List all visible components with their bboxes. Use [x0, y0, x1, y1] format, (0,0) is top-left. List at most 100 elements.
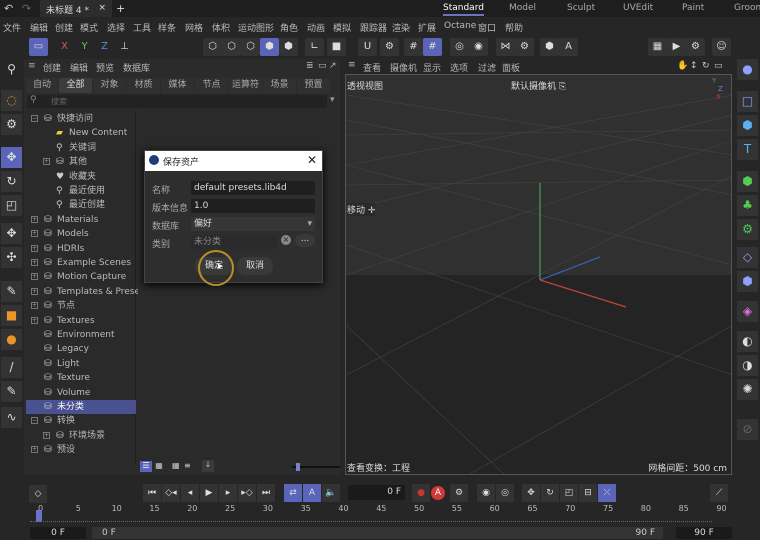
tree-item[interactable]: ♥ 收藏夹 — [26, 170, 136, 184]
collapse-icon[interactable]: − — [31, 115, 38, 122]
menu-item[interactable]: 编辑 — [30, 21, 48, 34]
rotate-icon[interactable]: ↻ — [1, 171, 22, 192]
workplane-icon[interactable]: ◉ — [469, 38, 488, 56]
menu-item[interactable]: 模拟 — [333, 21, 351, 34]
tweak-mode-icon[interactable]: ■ — [327, 38, 346, 56]
timeline-ruler[interactable] — [30, 521, 712, 522]
download-icon[interactable]: ↓ — [202, 460, 214, 472]
menu-item[interactable]: 动画 — [307, 21, 325, 34]
tree-item[interactable]: + ⛁ Example Scenes — [26, 256, 136, 270]
menu-item[interactable]: 文件 — [3, 21, 21, 34]
database-select[interactable]: 偏好 ▾ — [191, 217, 315, 231]
go-to-end-icon[interactable]: ⏭ — [257, 484, 275, 502]
undo-icon[interactable]: ↶ — [4, 2, 13, 15]
scale-icon[interactable]: ◰ — [1, 195, 22, 216]
clear-icon[interactable]: × — [281, 235, 291, 245]
playback-rate-icon[interactable]: A — [303, 484, 321, 502]
spline-pen-icon[interactable]: ✎ — [1, 281, 22, 302]
menu-item[interactable]: Octane — [444, 21, 476, 31]
menu-item[interactable]: 模式 — [80, 21, 98, 34]
go-to-start-icon[interactable]: ⏮ — [143, 484, 161, 502]
effector-icon[interactable]: ⚙ — [737, 219, 758, 240]
tab-2[interactable]: 对象 — [93, 78, 126, 93]
menu-database[interactable]: 数据库 — [123, 61, 150, 74]
viewport-menu-item[interactable]: 选项 — [450, 61, 468, 74]
tree-item[interactable]: ⛁ Environment — [26, 328, 136, 342]
tree-item[interactable]: ⛁ 未分类 — [26, 400, 136, 414]
tab-7[interactable]: 场景 — [263, 78, 296, 93]
key-param-icon[interactable]: ⊟ — [579, 484, 597, 502]
version-field[interactable]: 1.0 — [191, 199, 315, 213]
tree-item[interactable]: + ⛁ HDRIs — [26, 242, 136, 256]
tab-0[interactable]: 自动 — [26, 78, 58, 93]
menu-item[interactable]: 网格 — [185, 21, 203, 34]
expand-icon[interactable]: + — [31, 244, 38, 252]
move-icon[interactable]: ✥ — [1, 147, 22, 168]
sort-icon[interactable]: ≡ — [184, 461, 191, 470]
list-view-icon[interactable]: ☰ — [140, 461, 152, 472]
frame-range-slider[interactable]: 0 F 90 F — [92, 527, 663, 539]
render-settings-icon[interactable]: ⚙ — [686, 38, 705, 56]
tab-4[interactable]: 媒体 — [161, 78, 194, 93]
tree-item[interactable]: + ⛁ 环境场景 — [26, 429, 136, 443]
key-pla-icon[interactable]: ⤫ — [598, 484, 616, 502]
tree-item[interactable]: ⛁ Legacy — [26, 342, 136, 356]
soft-selection-icon[interactable]: ◎ — [450, 38, 469, 56]
timeline-editor-icon[interactable]: ⟋ — [710, 484, 728, 502]
search-options-icon[interactable]: ▾ — [330, 95, 335, 105]
tree-item[interactable]: + ⛁ Materials — [26, 213, 136, 227]
expand-icon[interactable]: + — [43, 158, 50, 166]
maximize-icon[interactable]: ▭ — [714, 61, 723, 71]
pan-icon[interactable]: ✋ — [677, 61, 688, 71]
tree-item[interactable]: − ⛁ 快捷访问 — [26, 112, 136, 126]
grid-snap-icon[interactable]: # — [423, 38, 442, 56]
orbit-icon[interactable]: ↻ — [702, 61, 710, 71]
spline-boolean-icon[interactable]: ● — [1, 329, 22, 350]
magnet-icon[interactable]: U — [358, 38, 377, 56]
edges-mode-icon[interactable]: ⬡ — [222, 38, 241, 56]
expand-icon[interactable]: + — [31, 259, 38, 266]
camera-label[interactable]: 默认摄像机 ⎘ — [511, 79, 566, 92]
workspace-model[interactable]: Model — [509, 3, 536, 13]
key-settings-icon[interactable]: ⚙ — [450, 484, 468, 502]
polygons-mode-icon[interactable]: ⬡ — [241, 38, 260, 56]
picture-viewer-icon[interactable]: ☺ — [712, 38, 731, 56]
start-frame-field[interactable]: 0 F — [30, 527, 86, 539]
uv-mode-icon[interactable]: ⬢ — [279, 38, 298, 56]
next-key-icon[interactable]: ▸◇ — [238, 484, 256, 502]
expand-icon[interactable]: + — [31, 215, 38, 223]
cloner-icon[interactable]: ⬢ — [737, 171, 758, 192]
sky-icon[interactable]: ◑ — [737, 355, 758, 376]
points-mode-icon[interactable]: ⬡ — [203, 38, 222, 56]
hamburger-icon[interactable]: ≡ — [28, 61, 36, 71]
menu-item[interactable]: 运动图形 — [238, 21, 274, 34]
attribute-icon[interactable]: A — [559, 38, 578, 56]
bend-icon[interactable]: ⬢ — [737, 271, 758, 292]
tree-item[interactable]: ▰ New Content — [26, 126, 136, 140]
expand-icon[interactable]: + — [31, 316, 38, 324]
redo-icon[interactable]: ↷ — [22, 2, 31, 15]
expand-icon[interactable]: + — [31, 230, 38, 238]
snap-icon[interactable]: # — [404, 38, 423, 56]
selection-settings-icon[interactable]: ⚙ — [1, 114, 22, 135]
expand-icon[interactable]: + — [31, 273, 38, 281]
loop-icon[interactable]: ⇄ — [284, 484, 302, 502]
menu-item[interactable]: 渲染 — [392, 21, 410, 34]
modeling-settings-icon[interactable]: ⚙ — [515, 38, 534, 56]
environment-icon[interactable]: ◐ — [737, 331, 758, 352]
viewport-menu-item[interactable]: 查看 — [363, 61, 381, 74]
current-frame-field[interactable]: 0 F — [348, 485, 405, 500]
viewport-menu-item[interactable]: 面板 — [502, 61, 520, 74]
sketch-icon[interactable]: ✎ — [1, 381, 22, 402]
live-selection-icon[interactable]: ◌ — [1, 90, 22, 111]
z-axis-lock[interactable]: Z — [95, 38, 114, 56]
y-axis-lock[interactable]: Y — [75, 38, 94, 56]
tree-item[interactable]: + ⛁ Templates & Presets — [26, 285, 148, 299]
search-icon[interactable]: ⚲ — [1, 59, 22, 80]
menu-item[interactable]: 角色 — [280, 21, 298, 34]
3d-viewport[interactable]: 透视视图 默认摄像机 ⎘ Y Z X 移动 ✛ 查看变换：工程 网格间距：500… — [345, 74, 732, 475]
document-tab[interactable]: 未标题 4 * × — [40, 0, 112, 17]
cancel-button[interactable]: 取消 — [237, 257, 273, 275]
camera-object-icon[interactable]: ● — [737, 59, 758, 80]
render-region-icon[interactable]: ▦ — [648, 38, 667, 56]
